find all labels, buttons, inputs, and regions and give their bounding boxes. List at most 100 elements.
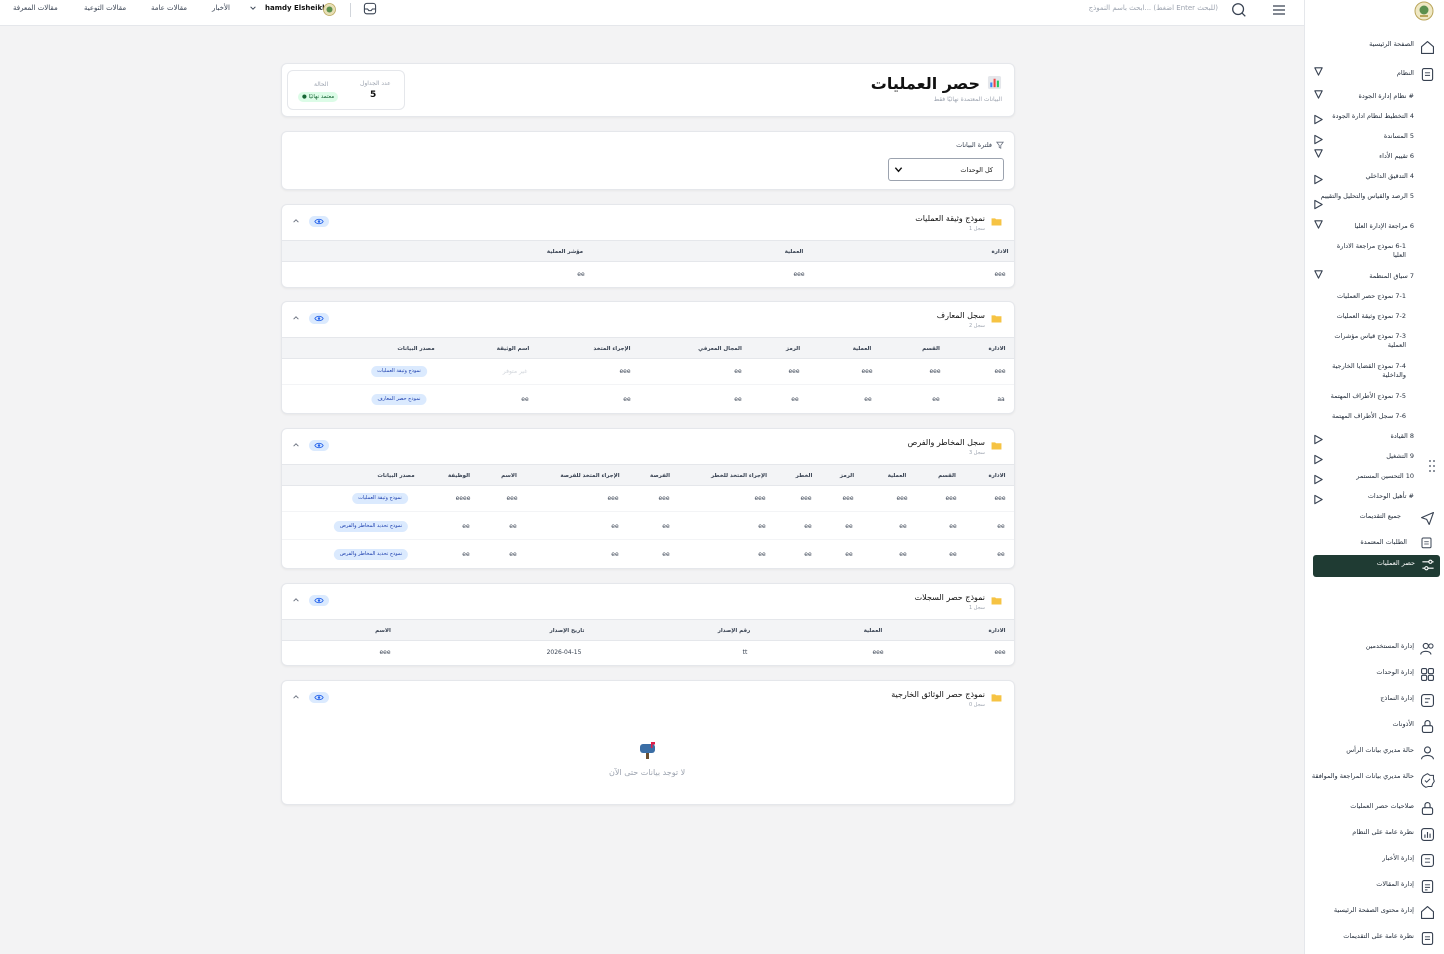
table-cell: ee	[662, 523, 670, 530]
data-source-pill[interactable]: نموذج وثيقة العمليات	[371, 366, 427, 377]
eye-icon[interactable]	[309, 692, 329, 703]
data-source-pill[interactable]: نموذج وثيقة العمليات	[352, 493, 408, 504]
section-record-count: 1 سجل	[969, 226, 985, 232]
chevron-up-icon[interactable]	[292, 314, 300, 322]
sidebar-item-review-managers[interactable]: حالة مديري بيانات المراجعة والموافقة	[1308, 772, 1414, 781]
table-cell: ee	[949, 523, 957, 530]
lock-icon	[1419, 800, 1436, 817]
sidebar-item-6-1[interactable]: 6-1 نموذج مراجعة الادارة العليا	[1326, 242, 1406, 260]
data-source-pill[interactable]: نموذج حصر المعارف	[371, 394, 427, 405]
table-cell: ee	[997, 551, 1005, 558]
sidebar-item-users[interactable]: إدارة المستخدمين	[1308, 642, 1414, 651]
pin-icon[interactable]	[1313, 148, 1324, 159]
divider	[350, 3, 351, 17]
nav-link-general-articles[interactable]: مقالات عامة	[151, 4, 187, 12]
drag-handle-icon[interactable]	[1428, 459, 1436, 473]
sidebar-item-permissions[interactable]: الأذونات	[1308, 720, 1414, 729]
clipboard-icon	[1419, 535, 1436, 552]
sidebar-item-homepage-content[interactable]: إدارة محتوى الصفحة الرئيسية	[1308, 906, 1414, 915]
eye-icon[interactable]	[309, 595, 329, 606]
table-cell: tt	[742, 649, 748, 656]
column-header: الرمز	[839, 473, 855, 479]
table-cell: ee	[758, 551, 766, 558]
sidebar-item-system-overview[interactable]: نظرة عامة على النظام	[1308, 828, 1414, 837]
user-name[interactable]: hamdy Elsheikh	[265, 4, 327, 12]
play-icon[interactable]	[1313, 474, 1324, 485]
play-icon[interactable]	[1313, 199, 1324, 210]
sidebar-item-7-2[interactable]: 7-2 نموذج وثيقة العمليات	[1326, 312, 1406, 321]
document-icon	[1419, 66, 1436, 83]
sidebar-item-approved-requests[interactable]: الطلبات المعتمدة	[1301, 538, 1407, 547]
sidebar-item-home[interactable]: الصفحة الرئيسية	[1308, 40, 1414, 49]
column-header: الفرصة	[650, 473, 670, 479]
sidebar-item-7-4[interactable]: 7-4 نموذج القضايا الخارجية والداخلية	[1321, 362, 1406, 380]
table-cell: eee	[994, 649, 1006, 656]
sidebar-item-ops-permissions[interactable]: صلاحيات حصر العمليات	[1308, 802, 1414, 811]
table-cell: ee	[611, 523, 619, 530]
search-icon[interactable]	[1230, 1, 1248, 19]
row-divider	[282, 511, 1014, 512]
play-icon[interactable]	[1313, 174, 1324, 185]
chevron-up-icon[interactable]	[292, 596, 300, 604]
sidebar-item-7-5[interactable]: 7-5 نموذج الأطراف المهتمة	[1321, 392, 1406, 401]
mailbox-icon	[638, 741, 658, 759]
search-input[interactable]: ابحث باسم النموذج... (اضغط Enter للبحث)	[1060, 4, 1218, 12]
table-cell: ee	[509, 523, 517, 530]
chevron-up-icon[interactable]	[292, 693, 300, 701]
home-icon	[1419, 904, 1436, 921]
play-icon[interactable]	[1313, 494, 1324, 505]
sidebar-item-all-submissions[interactable]: جميع التقديمات	[1295, 512, 1401, 521]
chevron-down-icon[interactable]	[249, 4, 257, 12]
sidebar-item-7-3[interactable]: 7-3 نموذج قياس مؤشرات العملية	[1326, 332, 1406, 350]
table-cell: eee	[896, 495, 908, 502]
column-header: العملية	[863, 628, 883, 634]
unit-filter-select[interactable]: كل الوحدات	[888, 158, 1004, 181]
table-cell: eee	[800, 495, 812, 502]
table-cell: ee	[734, 368, 742, 375]
filter-card: فلترة البيانات كل الوحدات	[281, 131, 1015, 190]
pin-icon[interactable]	[1313, 66, 1324, 77]
sidebar-item-submissions-overview[interactable]: نظرة عامة على التقديمات	[1308, 932, 1414, 941]
sidebar-item-units[interactable]: إدارة الوحدات	[1308, 668, 1414, 677]
nav-link-knowledge-articles[interactable]: مقالات المعرفة	[13, 4, 58, 12]
user-icon	[1419, 744, 1436, 761]
sidebar-item-forms[interactable]: إدارة النماذج	[1308, 694, 1414, 703]
user-avatar-logo[interactable]	[322, 2, 337, 17]
column-header: المجال المعرفي	[698, 346, 742, 352]
eye-icon[interactable]	[309, 313, 329, 324]
grid-icon	[1419, 666, 1436, 683]
page-title: حصر العمليات	[870, 74, 980, 93]
table-cell: ee	[462, 551, 470, 558]
play-icon[interactable]	[1313, 454, 1324, 465]
nav-link-awareness-articles[interactable]: مقالات التوعية	[84, 4, 126, 12]
sidebar-item-header-managers[interactable]: حالة مديري بيانات الرأس	[1308, 746, 1414, 755]
play-icon[interactable]	[1313, 134, 1324, 145]
nav-link-news[interactable]: الأخبار	[212, 4, 230, 12]
chevron-up-icon[interactable]	[292, 217, 300, 225]
sidebar-item-operations-inventory[interactable]: حصر العمليات	[1313, 555, 1440, 577]
table-header: الادارة العملية مؤشر العملية	[282, 240, 1014, 262]
table-cell: eee	[872, 649, 884, 656]
column-header: القسم	[922, 346, 940, 352]
eye-icon[interactable]	[309, 216, 329, 227]
sidebar-item-7-1[interactable]: 7-1 نموذج حصر العمليات	[1326, 292, 1406, 301]
chevron-up-icon[interactable]	[292, 441, 300, 449]
pin-icon[interactable]	[1313, 219, 1324, 230]
sidebar-logo[interactable]	[1413, 0, 1435, 22]
section-title: سجل المخاطر والفرص	[907, 438, 985, 447]
sidebar-item-news-management[interactable]: إدارة الأخبار	[1308, 854, 1414, 863]
news-icon	[1419, 852, 1436, 869]
hamburger-menu-icon[interactable]	[1272, 3, 1286, 17]
data-source-pill[interactable]: نموذج تحديد المخاطر والفرص	[333, 549, 409, 560]
sidebar-item-7-6[interactable]: 7-6 سجل الأطراف المهتمة	[1321, 412, 1406, 421]
play-icon[interactable]	[1313, 434, 1324, 445]
row-divider	[282, 384, 1014, 385]
inbox-icon[interactable]	[362, 1, 378, 17]
pin-icon[interactable]	[1313, 89, 1324, 100]
eye-icon[interactable]	[309, 440, 329, 451]
table-cell: ee	[462, 523, 470, 530]
pin-icon[interactable]	[1313, 269, 1324, 280]
sidebar-item-articles-management[interactable]: إدارة المقالات	[1308, 880, 1414, 889]
play-icon[interactable]	[1313, 114, 1324, 125]
data-source-pill[interactable]: نموذج تحديد المخاطر والفرص	[333, 521, 409, 532]
